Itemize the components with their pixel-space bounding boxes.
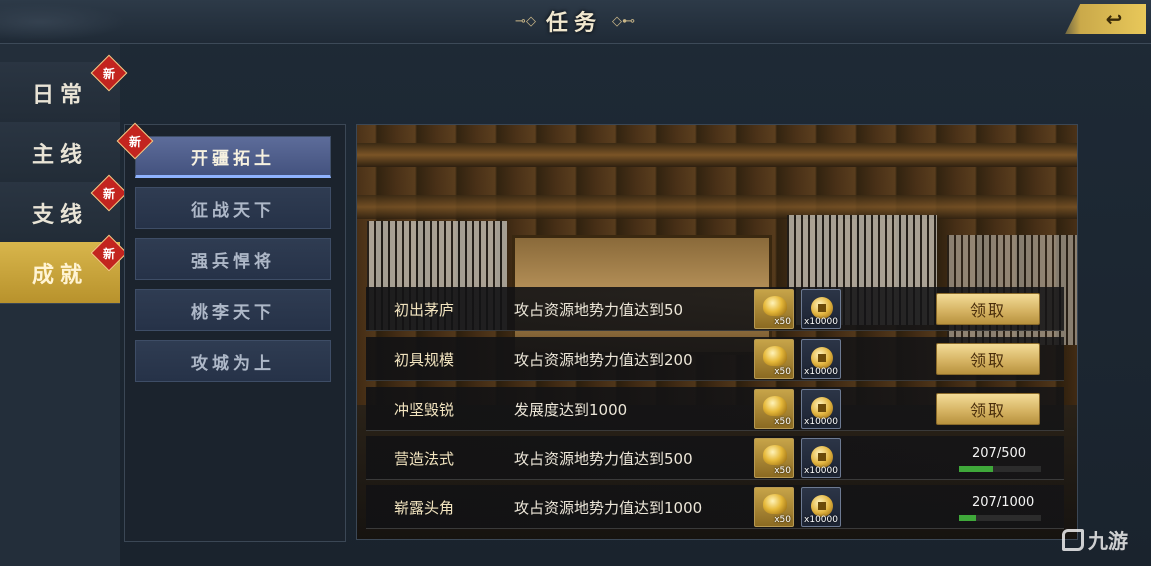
task-name: 冲坚毁锐 [394,401,455,419]
progress-bar [959,515,1041,521]
reward-copper-coin[interactable]: x10000 [801,339,841,379]
watermark-logo-icon [1062,528,1084,551]
scene-beam [357,195,1077,219]
top-bar-decoration [0,0,140,44]
reward-quantity: x50 [774,515,791,525]
reward-quantity: x50 [774,466,791,476]
reward-gold-ingot[interactable]: x50 [754,289,794,329]
watermark-text: 九游 [1088,529,1128,553]
claim-button[interactable]: 领取 [936,293,1040,325]
claim-button[interactable]: 领取 [936,393,1040,425]
top-bar: ⊸◇ 任务 ◇⊷ ↩ [0,0,1151,44]
task-description: 攻占资源地势力值达到50 [514,301,684,319]
gold-ingot-icon [763,346,787,366]
progress-bar-fill [959,466,993,472]
new-badge-label: 新 [102,186,115,201]
subtab-1[interactable]: 开疆拓土 [135,136,331,178]
task-row: 初出茅庐 攻占资源地势力值达到50 x50 x10000 领取 [366,287,1064,331]
back-button[interactable]: ↩ [1065,4,1146,34]
sidebar-tab-label: 日常 [32,81,89,108]
new-badge-label: 新 [128,134,141,149]
copper-coin-icon [811,446,833,468]
reward-quantity: x10000 [804,515,838,525]
reward-gold-ingot[interactable]: x50 [754,389,794,429]
reward-copper-coin[interactable]: x10000 [801,289,841,329]
reward-quantity: x10000 [804,466,838,476]
sidebar-tab-label: 成就 [32,261,89,288]
reward-quantity: x50 [774,417,791,427]
task-name: 崭露头角 [394,499,455,517]
reward-quantity: x50 [774,317,791,327]
subtab-2[interactable]: 征战天下 [135,187,331,229]
task-name: 营造法式 [394,450,455,468]
progress-bar [959,466,1041,472]
reward-copper-coin[interactable]: x10000 [801,438,841,478]
watermark: 九游 [1062,525,1128,554]
task-row: 初具规模 攻占资源地势力值达到200 x50 x10000 领取 [366,337,1064,381]
sidebar-tab-label: 主线 [32,141,89,168]
reward-quantity: x10000 [804,317,838,327]
subtab-3[interactable]: 强兵悍将 [135,238,331,280]
subtab-4[interactable]: 桃李天下 [135,289,331,331]
progress-text: 207/1000 [972,495,1035,510]
task-description: 攻占资源地势力值达到200 [514,351,693,369]
reward-quantity: x10000 [804,417,838,427]
reward-gold-ingot[interactable]: x50 [754,487,794,527]
copper-coin-icon [811,297,833,319]
copper-coin-icon [811,347,833,369]
reward-gold-ingot[interactable]: x50 [754,438,794,478]
copper-coin-icon [811,397,833,419]
reward-quantity: x50 [774,367,791,377]
reward-copper-coin[interactable]: x10000 [801,487,841,527]
progress-text: 207/500 [972,446,1027,461]
copper-coin-icon [811,495,833,517]
task-description: 攻占资源地势力值达到1000 [514,499,703,517]
task-description: 攻占资源地势力值达到500 [514,450,693,468]
task-row: 冲坚毁锐 发展度达到1000 x50 x10000 领取 [366,387,1064,431]
task-name: 初具规模 [394,351,455,369]
claim-button[interactable]: 领取 [936,343,1040,375]
progress-bar-fill [959,515,977,521]
new-badge-label: 新 [102,246,115,261]
task-name: 初出茅庐 [394,301,455,319]
gold-ingot-icon [763,494,787,514]
title-ornament-right: ◇⊷ [611,13,635,29]
reward-copper-coin[interactable]: x10000 [801,389,841,429]
scene-beam [357,143,1077,167]
task-row: 崭露头角 攻占资源地势力值达到1000 x50 x10000 207/1000 [366,485,1064,529]
page-title: 任务 [545,10,602,36]
new-badge-label: 新 [102,66,115,81]
title-area: ⊸◇ 任务 ◇⊷ [505,4,645,38]
subtab-5[interactable]: 攻城为上 [135,340,331,382]
task-row: 营造法式 攻占资源地势力值达到500 x50 x10000 207/500 [366,436,1064,480]
gold-ingot-icon [763,296,787,316]
reward-gold-ingot[interactable]: x50 [754,339,794,379]
reward-quantity: x10000 [804,367,838,377]
sidebar-tab-2[interactable]: 主线 [0,122,120,184]
back-arrow-icon: ↩ [1105,7,1123,31]
gold-ingot-icon [763,396,787,416]
sidebar-tab-label: 支线 [32,201,89,228]
gold-ingot-icon [763,445,787,465]
task-description: 发展度达到1000 [514,401,628,419]
title-ornament-left: ⊸◇ [515,13,536,29]
